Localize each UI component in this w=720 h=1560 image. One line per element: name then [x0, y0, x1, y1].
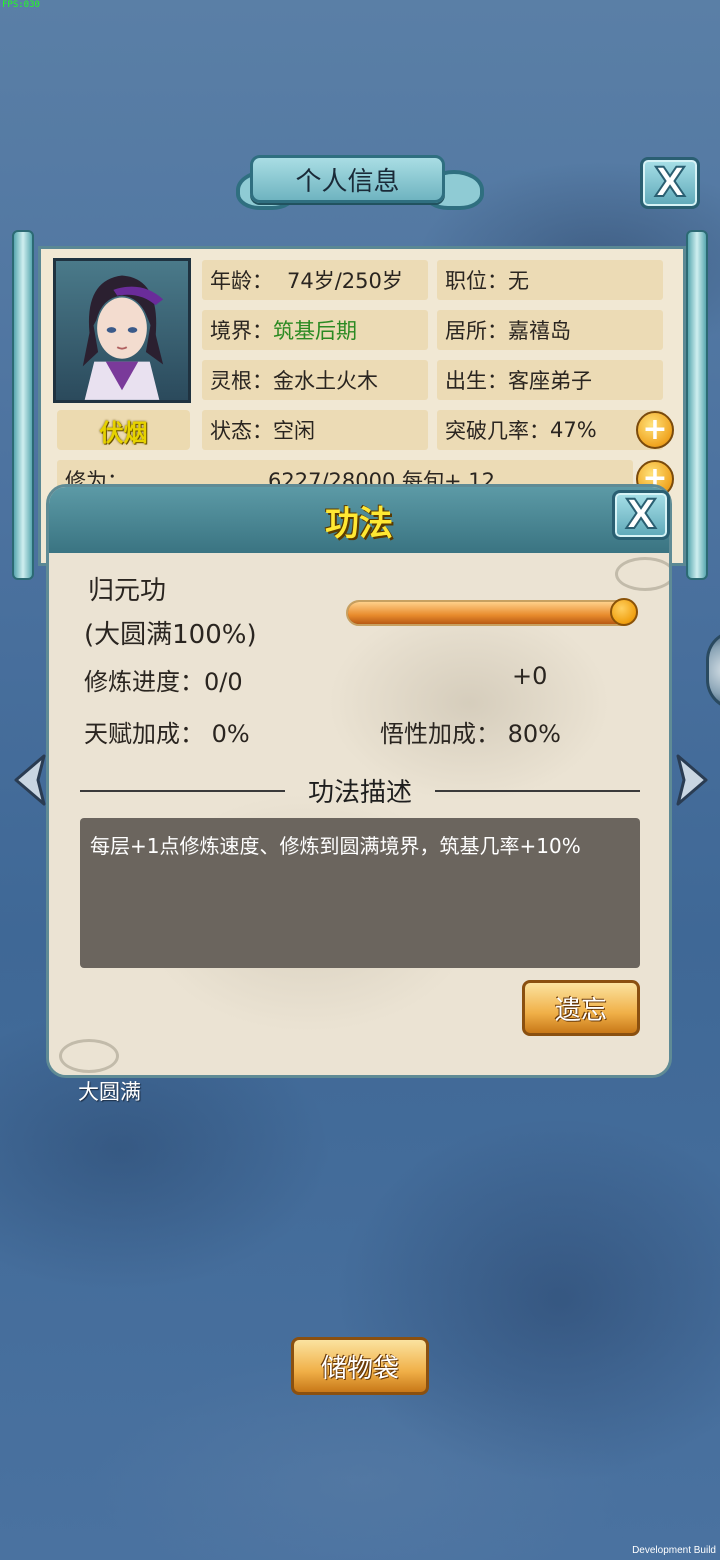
description-title: 功法描述: [307, 777, 412, 808]
stat-origin: 出生： 客座弟子: [437, 360, 663, 400]
stat-status: 状态： 空闲: [202, 410, 428, 450]
technique-progress-fill: [348, 602, 634, 624]
stat-position: 职位： 无: [437, 260, 663, 300]
forget-button[interactable]: 遗忘: [522, 980, 640, 1036]
stat-breakthrough-label: 突破几率：: [445, 419, 550, 443]
stat-residence-label: 居所：: [445, 319, 508, 343]
divider-left: [80, 790, 285, 792]
close-icon: X: [625, 492, 658, 538]
stat-breakthrough: 突破几率： 47%: [437, 410, 663, 450]
page-title: 个人信息: [250, 155, 445, 203]
technique-name: 归元功: [88, 576, 167, 606]
stat-position-value: 无: [508, 269, 529, 293]
stat-age: 年龄： 74岁/250岁: [202, 260, 428, 300]
breakthrough-plus-button[interactable]: +: [636, 411, 674, 449]
scroll-rod-left: [12, 230, 34, 580]
technique-grade-label: 大圆满: [78, 1080, 141, 1104]
plus-icon: +: [642, 412, 668, 447]
stat-root: 灵根： 金水土火木: [202, 360, 428, 400]
scroll-rod-right: [686, 230, 708, 580]
storage-bag-button[interactable]: 储物袋: [291, 1337, 429, 1395]
prev-arrow-icon[interactable]: [10, 752, 50, 808]
technique-progress-bar: [346, 600, 636, 626]
stat-age-label: 年龄：: [210, 269, 273, 293]
close-icon: X: [654, 160, 687, 206]
avatar[interactable]: [53, 258, 191, 403]
technique-level: (大圆满100%): [84, 620, 257, 650]
stat-breakthrough-value: 47%: [550, 418, 597, 442]
stat-realm: 境界： 筑基后期: [202, 310, 428, 350]
divider-right: [435, 790, 640, 792]
training-bonus: +0: [512, 662, 548, 690]
cloud-ornament-icon: [615, 557, 669, 591]
dev-build-label: Development Build: [632, 1545, 716, 1556]
stat-root-value: 金水土火木: [273, 369, 378, 393]
stat-residence: 居所： 嘉禧岛: [437, 310, 663, 350]
popup-header: 功法: [49, 487, 669, 553]
popup-title: 功法: [325, 503, 393, 544]
talent-bonus: 天赋加成： 0%: [84, 720, 250, 748]
stat-root-label: 灵根：: [210, 369, 273, 393]
stat-status-value: 空闲: [273, 419, 315, 443]
stat-realm-label: 境界：: [210, 319, 273, 343]
cloud-ornament-icon: [59, 1039, 119, 1073]
stat-realm-value: 筑基后期: [273, 319, 357, 343]
character-portrait-icon: [82, 275, 164, 400]
stat-position-label: 职位：: [445, 269, 508, 293]
stat-origin-value: 客座弟子: [508, 369, 592, 393]
character-name: 伏烟: [57, 410, 190, 450]
fps-counter: FPS:030: [2, 0, 40, 10]
stat-residence-value: 嘉禧岛: [508, 319, 571, 343]
technique-description: 每层+1点修炼速度、修炼到圆满境界，筑基几率+10%: [80, 818, 640, 968]
training-progress: 修炼进度：0/0: [84, 668, 243, 696]
next-arrow-icon[interactable]: [672, 752, 712, 808]
page-title-text: 个人信息: [295, 166, 400, 197]
close-button[interactable]: X: [640, 157, 700, 209]
popup-close-button[interactable]: X: [612, 490, 670, 540]
stat-origin-label: 出生：: [445, 369, 508, 393]
insight-bonus: 悟性加成： 80%: [380, 720, 561, 748]
progress-knob-icon: [610, 598, 638, 626]
stat-status-label: 状态：: [210, 419, 273, 443]
stat-age-value: 74岁/250岁: [287, 269, 403, 293]
